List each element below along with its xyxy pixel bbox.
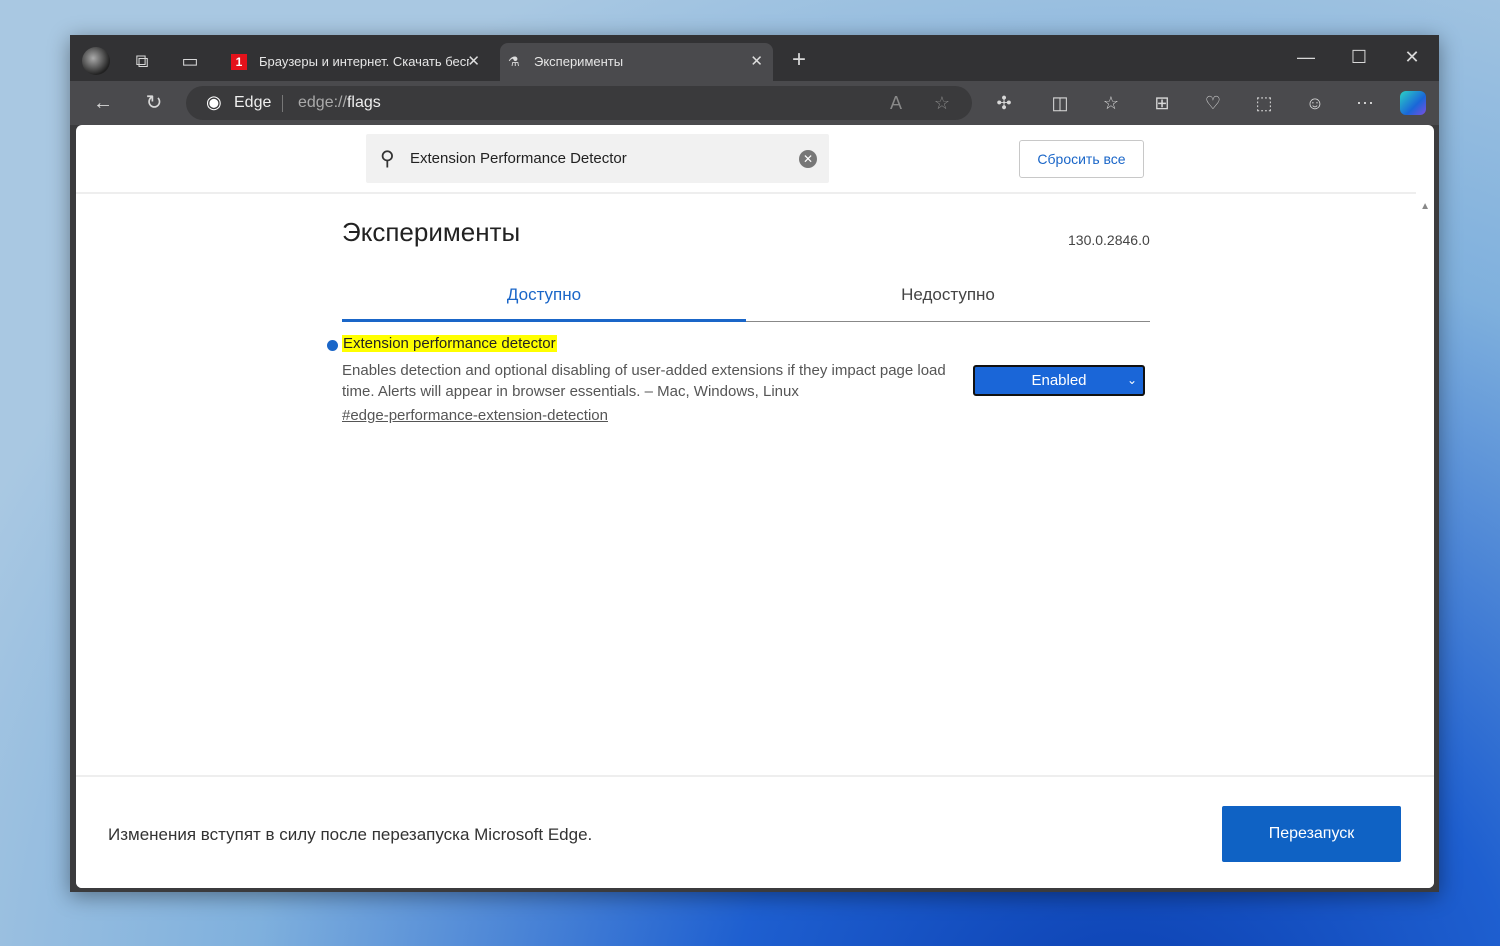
relaunch-button[interactable]: Перезапуск <box>1222 806 1401 862</box>
toolbar: ← ↻ ◉ Edge edge://flags A ☆ ✣ ◫ ☆ ⊞ ♡ ⬚ … <box>70 81 1439 125</box>
minimize-icon[interactable]: — <box>1293 45 1319 69</box>
page-title: Эксперименты <box>342 217 521 247</box>
modified-indicator <box>327 340 338 351</box>
relaunch-footer: Изменения вступят в силу после перезапус… <box>76 775 1434 888</box>
screenshot-icon[interactable]: ⬚ <box>1251 91 1277 115</box>
tab-browsers[interactable]: 1 Браузеры и интернет. Скачать бесплатно… <box>225 43 490 81</box>
collections-icon[interactable]: ⊞ <box>1149 91 1175 115</box>
favorites-icon[interactable]: ☆ <box>1098 91 1124 115</box>
new-tab-icon[interactable]: + <box>786 48 812 72</box>
divider <box>76 192 1416 194</box>
tab-available[interactable]: Доступно <box>342 285 746 322</box>
workspaces-icon[interactable]: ⧉ <box>129 49 155 73</box>
reset-all-button[interactable]: Сбросить все <box>1019 140 1144 178</box>
site-favicon: 1 <box>231 54 247 70</box>
profile-avatar[interactable] <box>82 47 110 75</box>
address-bar[interactable]: ◉ Edge edge://flags A ☆ <box>186 86 972 120</box>
tab-unavailable[interactable]: Недоступно <box>746 285 1150 305</box>
flag-description: Enables detection and optional disabling… <box>342 362 946 400</box>
read-aloud-icon[interactable]: A <box>883 91 909 115</box>
flag-name: Extension performance detector <box>342 335 557 352</box>
split-screen-icon[interactable]: ◫ <box>1047 91 1073 115</box>
browser-window: ⧉ ▭ 1 Браузеры и интернет. Скачать беспл… <box>70 35 1439 892</box>
chevron-down-icon: ⌄ <box>1126 373 1137 387</box>
feedback-icon[interactable]: ☺ <box>1302 91 1328 115</box>
search-icon: ⚲ <box>380 148 395 170</box>
tab-experiments[interactable]: ⚗ Эксперименты ✕ <box>500 43 773 81</box>
refresh-icon[interactable]: ↻ <box>141 91 167 115</box>
edge-logo-icon: ◉ <box>206 92 222 112</box>
browser-essentials-icon[interactable]: ♡ <box>1200 91 1226 115</box>
copilot-icon[interactable] <box>1400 91 1426 115</box>
flag-anchor-link[interactable]: #edge-performance-extension-detection <box>342 407 608 424</box>
scrollbar-up-arrow[interactable]: ▲ <box>1420 201 1430 212</box>
tab-strip: ⧉ ▭ 1 Браузеры и интернет. Скачать беспл… <box>70 35 1439 81</box>
close-tab-icon[interactable]: ✕ <box>750 43 763 81</box>
more-menu-icon[interactable]: ⋯ <box>1352 91 1378 115</box>
relaunch-message: Изменения вступят в силу после перезапус… <box>108 825 593 844</box>
flags-page: ⚲ Extension Performance Detector ✕ Сброс… <box>76 125 1434 888</box>
version-label: 130.0.2846.0 <box>1068 232 1150 248</box>
maximize-icon[interactable]: ☐ <box>1346 45 1372 69</box>
search-input[interactable]: ⚲ Extension Performance Detector ✕ <box>366 134 829 183</box>
close-tab-icon[interactable]: ✕ <box>467 43 480 81</box>
clear-search-icon[interactable]: ✕ <box>799 150 817 168</box>
flag-state-select[interactable]: Enabled ⌄ <box>973 365 1145 396</box>
extensions-icon[interactable]: ✣ <box>991 91 1017 115</box>
back-icon[interactable]: ← <box>90 91 116 115</box>
flags-tabs: Доступно Недоступно <box>342 275 1150 322</box>
close-window-icon[interactable]: ✕ <box>1399 45 1425 69</box>
vertical-tabs-icon[interactable]: ▭ <box>177 49 203 73</box>
flask-icon: ⚗ <box>508 54 520 69</box>
favorite-star-icon[interactable]: ☆ <box>929 91 955 115</box>
